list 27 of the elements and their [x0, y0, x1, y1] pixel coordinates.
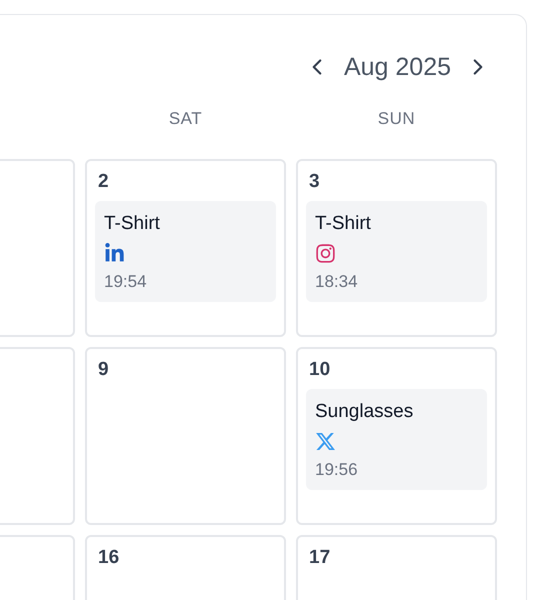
day-number: 9 — [98, 359, 109, 381]
day-number: 10 — [309, 359, 330, 381]
day-cell[interactable]: 2 T-Shirt 19:54 — [85, 159, 286, 337]
weekday-header: SUN — [378, 109, 416, 129]
event-title: T-Shirt — [315, 213, 371, 235]
event-card[interactable]: Sunglasses 19:56 — [306, 389, 487, 490]
weekday-header: SAT — [168, 109, 202, 129]
event-card[interactable]: T-Shirt 19:54 — [95, 201, 276, 302]
x-logo-icon — [315, 431, 336, 452]
day-number: 2 — [98, 171, 109, 193]
day-number: 16 — [98, 547, 120, 569]
event-card[interactable]: T-Shirt 18:34 — [306, 201, 487, 302]
day-cell[interactable]: 17 — [296, 535, 497, 600]
day-number: 3 — [309, 171, 320, 193]
event-title: T-Shirt — [104, 213, 160, 235]
event-title: Sunglasses — [315, 401, 414, 423]
month-label: Aug 2025 — [344, 52, 451, 82]
event-time: 19:54 — [104, 272, 147, 292]
day-cell[interactable]: 10 Sunglasses 19:56 — [296, 347, 497, 525]
day-cell[interactable]: 16 — [85, 535, 286, 600]
day-number: 17 — [309, 547, 330, 569]
event-time: 19:56 — [315, 460, 358, 480]
event-time: 18:34 — [315, 272, 358, 292]
instagram-icon — [315, 243, 336, 264]
day-cell[interactable]: 9 — [85, 347, 286, 525]
linkedin-icon — [104, 243, 125, 264]
day-cell[interactable]: 3 T-Shirt 18:34 — [296, 159, 497, 337]
